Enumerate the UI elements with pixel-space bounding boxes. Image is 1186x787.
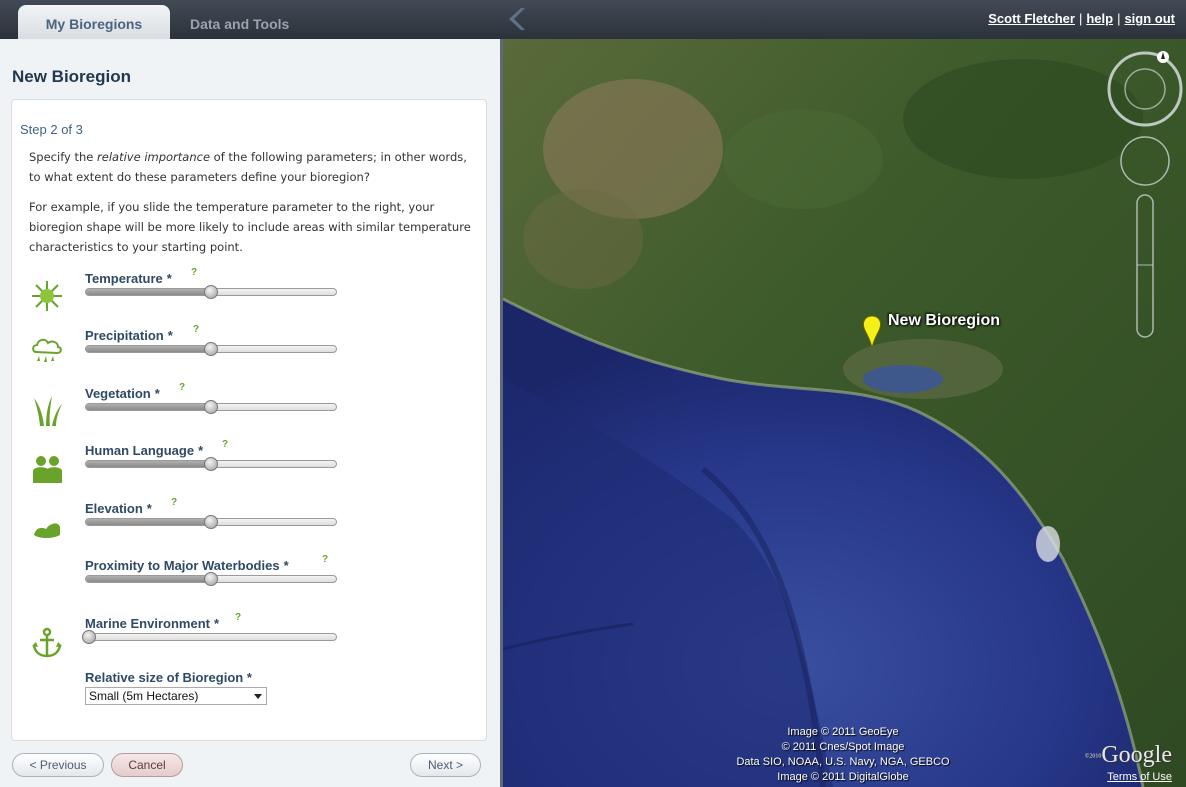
example-text: For example, if you slide the temperatur… bbox=[29, 200, 471, 254]
map-marker-icon[interactable] bbox=[861, 314, 883, 350]
size-select[interactable]: Small (5m Hectares) bbox=[85, 687, 267, 705]
help-icon[interactable]: ? bbox=[222, 439, 228, 450]
step-indicator: Step 2 of 3 bbox=[20, 122, 83, 137]
parameter-row: Temperature *? bbox=[12, 267, 488, 327]
tab-data-and-tools[interactable]: Data and Tools bbox=[168, 5, 311, 39]
parameter-row: Precipitation *? bbox=[12, 324, 488, 384]
google-logo: ©2010Google bbox=[1084, 742, 1172, 768]
satellite-imagery bbox=[503, 39, 1186, 787]
parameter-row: Marine Environment *? bbox=[12, 612, 488, 672]
navigation-controls[interactable] bbox=[1107, 49, 1185, 349]
slider-handle[interactable] bbox=[204, 342, 218, 356]
help-link[interactable]: help bbox=[1086, 11, 1113, 26]
next-button[interactable]: Next > bbox=[410, 753, 481, 777]
help-icon[interactable]: ? bbox=[179, 382, 185, 393]
slider-handle[interactable] bbox=[204, 572, 218, 586]
attribution-text: Image © 2011 GeoEye © 2011 Cnes/Spot Ima… bbox=[736, 726, 950, 783]
people-icon bbox=[30, 451, 64, 485]
separator: | bbox=[1117, 11, 1121, 26]
help-icon[interactable]: ? bbox=[193, 324, 199, 335]
user-links: Scott Fletcher | help | sign out bbox=[988, 11, 1175, 26]
compass-icon bbox=[1107, 51, 1183, 127]
help-icon[interactable]: ? bbox=[191, 267, 197, 278]
sun-icon bbox=[30, 279, 64, 313]
zoom-slider-icon bbox=[1136, 194, 1154, 338]
pan-control-icon bbox=[1120, 136, 1170, 186]
chevron-down-icon bbox=[254, 694, 262, 699]
importance-slider[interactable] bbox=[82, 630, 337, 644]
help-icon[interactable]: ? bbox=[235, 612, 241, 623]
parameter-label: Marine Environment * bbox=[85, 616, 220, 631]
importance-slider[interactable] bbox=[85, 342, 337, 356]
terms-of-use-link[interactable]: Terms of Use bbox=[1107, 771, 1172, 783]
separator: | bbox=[1078, 11, 1083, 26]
importance-slider[interactable] bbox=[85, 400, 337, 414]
collapse-panel-icon[interactable] bbox=[503, 6, 529, 32]
size-label: Relative size of Bioregion * bbox=[85, 670, 252, 685]
terrain-icon bbox=[30, 511, 64, 545]
page-title: New Bioregion bbox=[12, 67, 132, 86]
importance-slider[interactable] bbox=[85, 285, 337, 299]
anchor-icon bbox=[30, 626, 64, 660]
parameter-label: Vegetation * bbox=[85, 386, 160, 401]
grass-icon bbox=[30, 394, 64, 428]
parameter-label: Precipitation * bbox=[85, 328, 173, 343]
slider-handle[interactable] bbox=[204, 515, 218, 529]
importance-slider[interactable] bbox=[85, 572, 337, 586]
sign-out-link[interactable]: sign out bbox=[1124, 11, 1175, 26]
help-icon[interactable]: ? bbox=[322, 554, 328, 565]
top-bar: My Bioregions Data and Tools Scott Fletc… bbox=[0, 0, 1186, 39]
user-name-link[interactable]: Scott Fletcher bbox=[988, 11, 1075, 26]
map-view[interactable]: New Bioregion Image © 2011 GeoEye © 2011… bbox=[503, 39, 1186, 787]
slider-handle[interactable] bbox=[204, 400, 218, 414]
parameter-row: Vegetation *? bbox=[12, 382, 488, 442]
slider-handle[interactable] bbox=[82, 630, 96, 644]
tab-my-bioregions[interactable]: My Bioregions bbox=[18, 5, 170, 39]
parameter-label: Human Language * bbox=[85, 443, 204, 458]
parameter-row: Human Language *? bbox=[12, 439, 488, 499]
importance-slider[interactable] bbox=[85, 457, 337, 471]
parameter-label: Elevation * bbox=[85, 501, 152, 516]
parameter-label: Proximity to Major Waterbodies * bbox=[85, 558, 289, 573]
bioregion-panel: New Bioregion Step 2 of 3 Specify the re… bbox=[0, 39, 500, 787]
previous-button[interactable]: < Previous bbox=[12, 753, 104, 777]
cancel-button[interactable]: Cancel bbox=[111, 753, 183, 777]
marker-label: New Bioregion bbox=[888, 312, 1001, 329]
parameter-row: Elevation *? bbox=[12, 497, 488, 557]
rain-cloud-icon bbox=[30, 334, 64, 368]
parameter-label: Temperature * bbox=[85, 271, 172, 286]
wizard-card: Step 2 of 3 Specify the relative importa… bbox=[11, 99, 487, 741]
parameter-row: Proximity to Major Waterbodies *? bbox=[12, 554, 488, 614]
help-icon[interactable]: ? bbox=[171, 497, 177, 508]
slider-handle[interactable] bbox=[204, 285, 218, 299]
slider-handle[interactable] bbox=[204, 457, 218, 471]
instructions: Specify the relative importance of the f… bbox=[29, 150, 467, 184]
importance-slider[interactable] bbox=[85, 515, 337, 529]
